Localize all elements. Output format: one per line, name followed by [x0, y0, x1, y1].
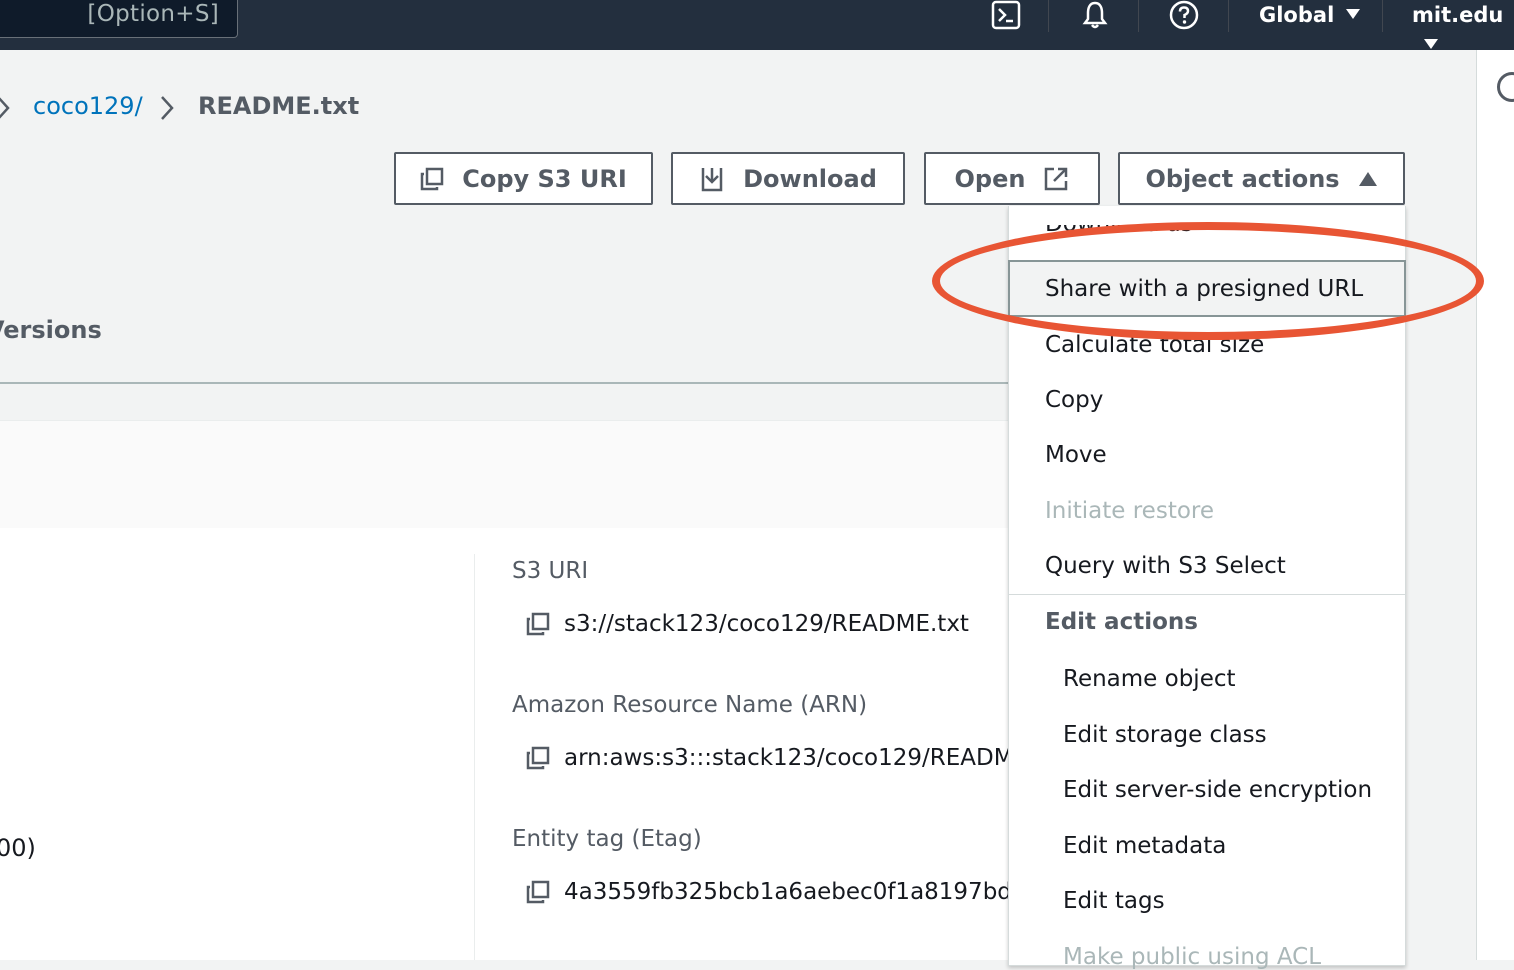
etag-value: 4a3559fb325bcb1a6aebec0f1a8197bd — [526, 879, 1012, 905]
open-label: Open — [954, 164, 1026, 193]
left-column-value: 00) — [0, 834, 36, 862]
search-shortcut-hint: [Option+S] — [87, 1, 219, 27]
search-box[interactable]: [Option+S] — [0, 0, 238, 38]
object-actions-menu: Download as Share with a presigned URL C… — [1008, 206, 1406, 970]
breadcrumb-folder-link[interactable]: coco129/ — [33, 92, 143, 120]
external-link-icon — [1045, 167, 1068, 190]
s3-uri-label: S3 URI — [512, 558, 589, 584]
column-divider — [474, 554, 475, 960]
menu-group-edit-actions: Edit actions — [1045, 609, 1198, 635]
menu-item-edit-tags[interactable]: Edit tags — [1063, 888, 1165, 914]
arn-text: arn:aws:s3:::stack123/coco129/README.txt — [564, 745, 1068, 771]
menu-item-edit-encryption[interactable]: Edit server-side encryption — [1063, 777, 1372, 803]
caret-up-icon — [1358, 171, 1377, 186]
menu-item-make-public-acl: Make public using ACL — [1063, 944, 1322, 970]
menu-item-calculate-total-size[interactable]: Calculate total size — [1045, 332, 1264, 358]
nav-separator — [1228, 0, 1229, 32]
menu-item-initiate-restore: Initiate restore — [1045, 498, 1215, 524]
bell-icon[interactable] — [1079, 0, 1111, 30]
menu-divider — [1009, 594, 1405, 595]
top-navigation: [Option+S] Global mit.edu — [0, 0, 1514, 50]
copy-icon — [420, 167, 444, 190]
object-actions-label: Object actions — [1145, 164, 1340, 193]
caret-down-icon — [1346, 9, 1361, 19]
menu-item-share-presigned-url-label: Share with a presigned URL — [1045, 276, 1364, 302]
open-button[interactable]: Open — [924, 152, 1100, 205]
breadcrumb-current: README.txt — [198, 92, 360, 120]
tab-versions[interactable]: Versions — [0, 316, 102, 344]
region-selector[interactable]: Global — [1259, 0, 1361, 30]
menu-item-edit-metadata[interactable]: Edit metadata — [1063, 833, 1226, 859]
caret-down-icon — [1424, 39, 1438, 49]
menu-item-copy[interactable]: Copy — [1045, 387, 1103, 413]
section-header-band — [0, 420, 1008, 529]
download-label: Download — [743, 164, 877, 193]
chevron-right-icon — [0, 97, 10, 119]
s3-uri-value: s3://stack123/coco129/README.txt — [526, 611, 969, 637]
object-actions-button[interactable]: Object actions — [1118, 152, 1405, 205]
help-icon[interactable] — [1168, 0, 1200, 30]
chevron-right-icon — [161, 96, 174, 120]
arn-label: Amazon Resource Name (ARN) — [512, 692, 868, 718]
copy-icon[interactable] — [526, 612, 550, 636]
info-icon[interactable] — [1497, 72, 1514, 102]
region-label: Global — [1259, 3, 1335, 27]
menu-item-download-as-label: Download as — [1045, 225, 1193, 237]
copy-s3-uri-button[interactable]: Copy S3 URI — [394, 152, 653, 205]
menu-item-rename-object[interactable]: Rename object — [1063, 666, 1236, 692]
menu-item-download-as[interactable]: Download as — [1045, 225, 1193, 240]
download-icon — [701, 167, 723, 191]
etag-text: 4a3559fb325bcb1a6aebec0f1a8197bd — [564, 879, 1012, 905]
copy-s3-uri-label: Copy S3 URI — [462, 164, 627, 193]
menu-item-query-s3-select[interactable]: Query with S3 Select — [1045, 553, 1286, 579]
s3-uri-text: s3://stack123/coco129/README.txt — [564, 611, 969, 637]
nav-separator — [1382, 0, 1383, 32]
menu-item-edit-storage-class[interactable]: Edit storage class — [1063, 722, 1267, 748]
account-menu[interactable]: mit.edu — [1412, 0, 1514, 49]
help-panel-rail — [1476, 50, 1514, 960]
nav-separator — [1048, 0, 1049, 32]
menu-item-move[interactable]: Move — [1045, 442, 1107, 468]
download-button[interactable]: Download — [671, 152, 905, 205]
copy-icon[interactable] — [526, 746, 550, 770]
arn-value: arn:aws:s3:::stack123/coco129/README.txt — [526, 745, 1067, 771]
nav-separator — [1138, 0, 1139, 32]
tab-divider — [0, 382, 1008, 384]
etag-label: Entity tag (Etag) — [512, 826, 702, 852]
copy-icon[interactable] — [526, 880, 550, 904]
account-label: mit.edu — [1412, 3, 1504, 27]
cloudshell-icon[interactable] — [990, 0, 1022, 30]
